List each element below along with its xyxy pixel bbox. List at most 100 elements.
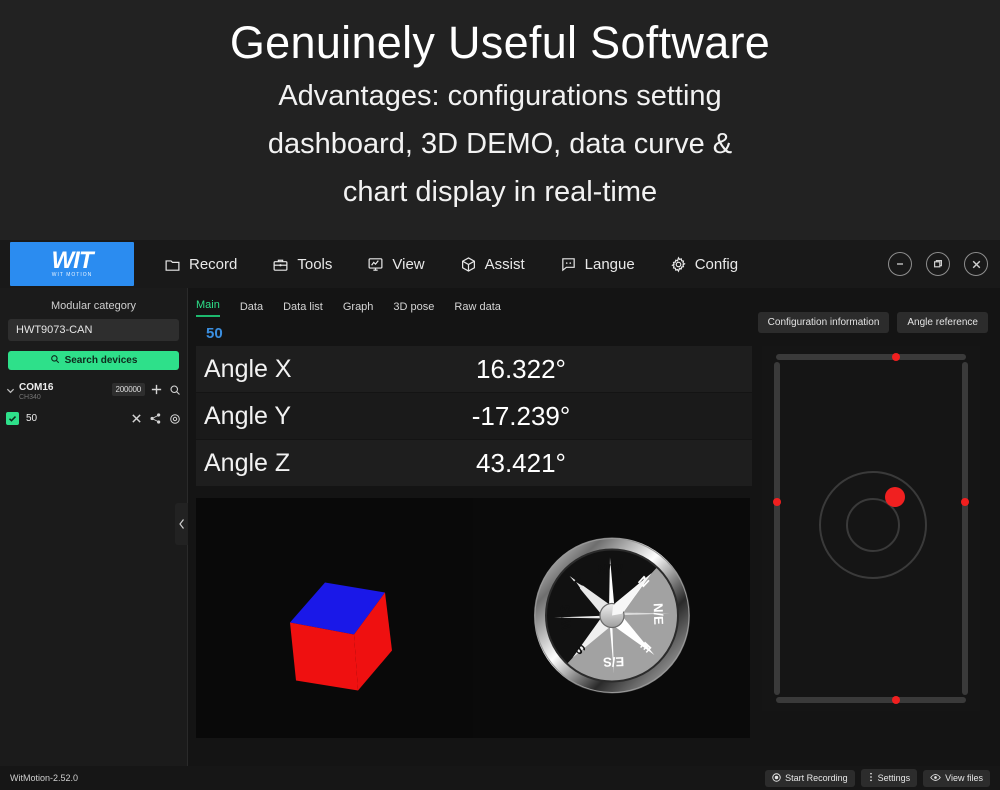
chat-icon	[560, 256, 577, 273]
menu-label: Langue	[584, 255, 635, 273]
promo-line-3: chart display in real-time	[342, 176, 658, 208]
view-files-button[interactable]: View files	[923, 769, 990, 787]
angle-y-row: Angle Y -17.239°	[196, 393, 752, 439]
status-bar: WitMotion-2.52.0 Start Recording Setting…	[0, 766, 1000, 790]
compass-label-ws: W/S	[557, 604, 573, 629]
app-body: Modular category HWT9073-CAN Search devi…	[0, 288, 1000, 766]
close-button[interactable]	[964, 252, 988, 276]
main-menu: Record Tools View Assist Langue Config	[164, 256, 738, 273]
device-gear-icon[interactable]	[168, 412, 181, 425]
angle-y-value: -17.239°	[471, 400, 571, 431]
angle-x-row: Angle X 16.322°	[196, 346, 752, 392]
search-devices-label: Search devices	[64, 355, 138, 366]
folder-icon	[164, 256, 181, 273]
monitor-chart-icon	[367, 256, 384, 273]
main-content: Angle X 16.322° Angle Y -17.239° Angle Z…	[188, 346, 1000, 738]
tab-graph[interactable]: Graph	[343, 301, 374, 317]
wit-logo[interactable]: WIT WIT MOTION	[10, 242, 134, 286]
level-track-bottom[interactable]	[776, 697, 966, 703]
port-name: COM16	[19, 382, 54, 393]
menu-item-tools[interactable]: Tools	[272, 256, 332, 273]
share-icon[interactable]	[149, 412, 162, 425]
main-panel: Main Data Data list Graph 3D pose Raw da…	[188, 288, 1000, 766]
search-port-icon[interactable]	[168, 383, 181, 396]
chevron-down-icon[interactable]	[6, 382, 19, 397]
device-checkbox[interactable]	[6, 412, 19, 425]
angle-z-label: Angle Z	[204, 448, 291, 477]
menu-label: Config	[694, 255, 739, 273]
angle-z-value: 43.421°	[476, 447, 566, 478]
minimize-button[interactable]	[888, 252, 912, 276]
compass-view[interactable]: N N/E E E/S S W/S W N/W	[473, 498, 750, 738]
app-window: WIT WIT MOTION Record Tools View Assist …	[0, 240, 1000, 790]
level-track-left[interactable]	[774, 362, 780, 695]
settings-button[interactable]: Settings	[860, 769, 918, 787]
status-buttons: Start Recording Settings View files	[765, 769, 990, 787]
tab-data[interactable]: Data	[240, 301, 263, 317]
promo-banner: Genuinely Useful Software Advantages: co…	[0, 0, 1000, 240]
module-select[interactable]: HWT9073-CAN	[8, 319, 179, 341]
menu-label: Tools	[297, 255, 333, 273]
view-files-label: View files	[945, 773, 983, 783]
menu-item-assist[interactable]: Assist	[460, 256, 525, 273]
cube-graphic	[250, 531, 420, 706]
eye-icon	[930, 773, 941, 784]
compass-label-ne: N/E	[650, 603, 666, 626]
gear-icon	[670, 255, 687, 273]
menu-label: View	[392, 255, 425, 273]
settings-label: Settings	[877, 773, 911, 783]
search-devices-button[interactable]: Search devices	[8, 351, 179, 370]
dots-vertical-icon	[868, 772, 874, 784]
menu-label: Record	[189, 255, 238, 273]
module-select-value: HWT9073-CAN	[16, 324, 93, 336]
sidebar-collapse-handle[interactable]	[175, 503, 188, 545]
tab-raw-data[interactable]: Raw data	[454, 301, 500, 317]
visualizations: N N/E E E/S S W/S W N/W	[196, 498, 752, 738]
level-track-top[interactable]	[776, 354, 966, 360]
wit-logo-subtext: WIT MOTION	[51, 271, 93, 278]
level-bubble	[885, 487, 905, 507]
promo-headline: Genuinely Useful Software	[229, 17, 771, 68]
promo-line-1: Advantages: configurations setting	[278, 80, 722, 112]
angle-y-label: Angle Y	[204, 401, 292, 430]
angle-x-label: Angle X	[204, 354, 292, 383]
port-actions: 200000	[111, 382, 182, 396]
level-indicator-panel[interactable]	[762, 346, 980, 711]
cube-3d-view[interactable]	[196, 498, 473, 738]
configuration-information-button[interactable]: Configuration information	[757, 312, 890, 333]
angle-z-row: Angle Z 43.421°	[196, 440, 752, 486]
start-recording-label: Start Recording	[785, 773, 848, 783]
tab-data-list[interactable]: Data list	[283, 301, 323, 317]
baud-rate-select[interactable]: 200000	[111, 383, 145, 396]
start-recording-button[interactable]: Start Recording	[765, 769, 855, 787]
search-icon	[50, 354, 60, 367]
readouts-column: Angle X 16.322° Angle Y -17.239° Angle Z…	[196, 346, 752, 738]
tab-3d-pose[interactable]: 3D pose	[393, 301, 434, 317]
record-icon	[772, 772, 781, 784]
menu-item-record[interactable]: Record	[164, 256, 237, 273]
menu-item-view[interactable]: View	[367, 255, 425, 273]
promo-line-2: dashboard, 3D DEMO, data curve &	[267, 128, 733, 160]
tab-main[interactable]: Main	[196, 299, 220, 317]
menu-label: Assist	[484, 255, 525, 273]
menu-item-langue[interactable]: Langue	[560, 256, 635, 273]
device-id-label: 50	[26, 413, 38, 424]
port-row: COM16 CH340 200000	[6, 382, 181, 403]
cube-icon	[460, 256, 477, 273]
sidebar-title: Modular category	[51, 300, 136, 312]
compass-label-nw: N/W	[597, 561, 624, 577]
level-marker-right	[961, 498, 969, 506]
close-icon[interactable]	[130, 412, 143, 425]
menu-item-config[interactable]: Config	[670, 256, 738, 273]
version-label: WitMotion-2.52.0	[10, 773, 79, 783]
add-icon[interactable]	[150, 383, 163, 396]
toolbox-icon	[272, 256, 289, 273]
port-chip: CH340	[19, 394, 41, 401]
window-controls	[888, 240, 988, 288]
restore-button[interactable]	[926, 252, 950, 276]
title-bar: WIT WIT MOTION Record Tools View Assist …	[0, 240, 1000, 288]
compass-label-es: E/S	[602, 654, 624, 670]
level-track-right[interactable]	[962, 362, 968, 695]
angle-reference-button[interactable]: Angle reference	[897, 312, 988, 333]
compass-graphic: N N/E E E/S S W/S W N/W	[532, 536, 692, 701]
